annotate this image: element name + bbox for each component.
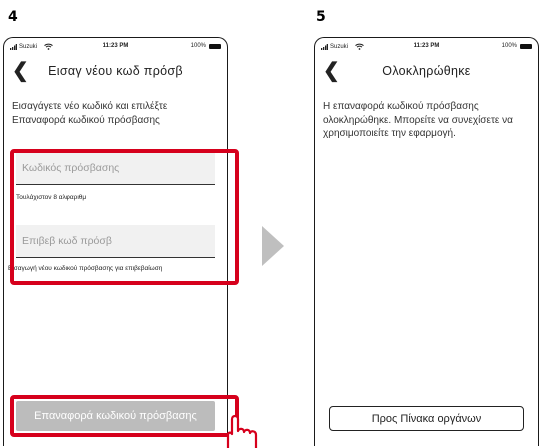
battery-percent: 100%	[190, 43, 206, 49]
nav-bar: ❮ Ολοκληρώθηκε	[315, 61, 538, 85]
battery-percent: 100%	[501, 43, 517, 49]
status-bar: Suzuki 11:23 PM 100%	[4, 43, 227, 53]
nav-bar: ❮ Εισαγ νέου κωδ πρόσβ	[4, 61, 227, 85]
hand-pointer-icon	[226, 414, 258, 448]
status-bar: Suzuki 11:23 PM 100%	[315, 43, 538, 53]
phone-screen-completed: Suzuki 11:23 PM 100% ❮ Ολοκληρώθηκε Η επ…	[314, 37, 539, 446]
completion-message: Η επαναφορά κωδικού πρόσβασης ολοκληρώθη…	[323, 101, 513, 139]
step-number-5: 5	[316, 9, 326, 25]
battery-icon	[520, 43, 532, 49]
instruction-text: Εισαγάγετε νέο κωδικό και επιλέξτε Επανα…	[12, 101, 168, 126]
next-step-arrow	[262, 226, 284, 266]
battery-icon	[209, 43, 221, 49]
page-title: Ολοκληρώθηκε	[382, 64, 471, 78]
step-number-4: 4	[8, 9, 18, 25]
button-highlight-box	[10, 395, 239, 437]
page-title: Εισαγ νέου κωδ πρόσβ	[48, 64, 183, 78]
go-to-dashboard-button[interactable]: Προς Πίνακα οργάνων	[329, 406, 524, 431]
fields-highlight-box	[10, 149, 239, 285]
